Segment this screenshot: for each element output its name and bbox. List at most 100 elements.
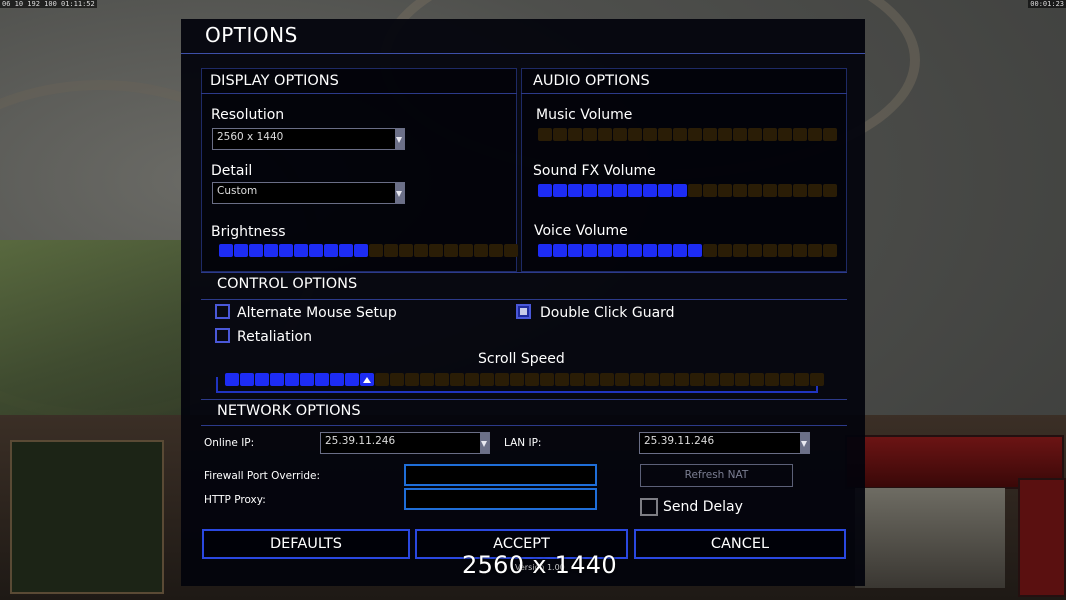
firewall-port-input[interactable] [404, 464, 597, 486]
slider-segment[interactable] [643, 128, 657, 141]
slider-segment[interactable] [264, 244, 278, 257]
slider-segment[interactable] [525, 373, 539, 386]
slider-segment[interactable] [658, 128, 672, 141]
slider-segment[interactable] [489, 244, 503, 257]
lan-ip-dropdown[interactable]: 25.39.11.246 [639, 432, 810, 454]
slider-segment[interactable] [420, 373, 434, 386]
slider-segment[interactable] [733, 244, 747, 257]
http-proxy-input[interactable] [404, 488, 597, 510]
slider-segment[interactable] [583, 184, 597, 197]
slider-segment[interactable] [778, 184, 792, 197]
slider-segment[interactable] [765, 373, 779, 386]
slider-segment[interactable] [219, 244, 233, 257]
slider-segment[interactable] [583, 244, 597, 257]
slider-segment[interactable] [718, 184, 732, 197]
slider-segment[interactable] [658, 184, 672, 197]
slider-segment[interactable] [240, 373, 254, 386]
slider-segment[interactable] [793, 184, 807, 197]
slider-segment[interactable] [598, 184, 612, 197]
slider-segment[interactable] [330, 373, 344, 386]
slider-segment[interactable] [808, 184, 822, 197]
minimap[interactable] [10, 440, 164, 594]
slider-segment[interactable] [795, 373, 809, 386]
slider-segment[interactable] [748, 128, 762, 141]
slider-segment[interactable] [703, 128, 717, 141]
slider-segment[interactable] [628, 128, 642, 141]
slider-segment[interactable] [643, 244, 657, 257]
chevron-down-icon[interactable] [800, 433, 809, 453]
slider-segment[interactable] [598, 244, 612, 257]
slider-segment[interactable] [234, 244, 248, 257]
slider-segment[interactable] [613, 184, 627, 197]
slider-segment[interactable] [703, 184, 717, 197]
slider-segment[interactable] [750, 373, 764, 386]
slider-segment[interactable] [658, 244, 672, 257]
slider-segment[interactable] [763, 128, 777, 141]
slider-segment[interactable] [553, 184, 567, 197]
slider-segment[interactable] [354, 244, 368, 257]
slider-segment[interactable] [390, 373, 404, 386]
slider-segment[interactable] [673, 184, 687, 197]
slider-segment[interactable] [613, 244, 627, 257]
slider-segment[interactable] [285, 373, 299, 386]
slider-segment[interactable] [688, 244, 702, 257]
slider-segment[interactable] [823, 128, 837, 141]
slider-segment[interactable] [643, 184, 657, 197]
slider-segment[interactable] [375, 373, 389, 386]
slider-segment[interactable] [583, 128, 597, 141]
slider-segment[interactable] [810, 373, 824, 386]
slider-segment[interactable] [615, 373, 629, 386]
slider-segment[interactable] [808, 244, 822, 257]
slider-segment[interactable] [748, 244, 762, 257]
cancel-button[interactable]: CANCEL [634, 529, 846, 559]
slider-segment[interactable] [570, 373, 584, 386]
slider-segment[interactable] [780, 373, 794, 386]
slider-segment[interactable] [339, 244, 353, 257]
side-tabs[interactable] [1018, 478, 1066, 597]
slider-segment[interactable] [414, 244, 428, 257]
slider-segment[interactable] [480, 373, 494, 386]
slider-segment[interactable] [568, 184, 582, 197]
slider-segment[interactable] [495, 373, 509, 386]
slider-segment[interactable] [793, 244, 807, 257]
online-ip-dropdown[interactable]: 25.39.11.246 [320, 432, 490, 454]
slider-segment[interactable] [324, 244, 338, 257]
slider-segment[interactable] [660, 373, 674, 386]
slider-segment[interactable] [613, 128, 627, 141]
slider-segment[interactable] [720, 373, 734, 386]
slider-segment[interactable] [279, 244, 293, 257]
slider-segment[interactable] [718, 128, 732, 141]
slider-segment[interactable] [763, 244, 777, 257]
slider-segment[interactable] [538, 184, 552, 197]
slider-segment[interactable] [675, 373, 689, 386]
slider-segment[interactable] [673, 128, 687, 141]
slider-segment[interactable] [450, 373, 464, 386]
slider-segment[interactable] [405, 373, 419, 386]
slider-segment[interactable] [705, 373, 719, 386]
music-volume-slider[interactable] [538, 128, 837, 141]
slider-segment[interactable] [510, 373, 524, 386]
slider-segment[interactable] [345, 373, 359, 386]
slider-segment[interactable] [384, 244, 398, 257]
slider-segment[interactable] [763, 184, 777, 197]
brightness-slider[interactable] [219, 244, 518, 257]
slider-segment[interactable] [733, 128, 747, 141]
slider-segment[interactable] [568, 128, 582, 141]
slider-segment[interactable] [465, 373, 479, 386]
slider-segment[interactable] [309, 244, 323, 257]
slider-segment[interactable] [225, 373, 239, 386]
slider-segment[interactable] [718, 244, 732, 257]
slider-segment[interactable] [628, 244, 642, 257]
slider-segment[interactable] [540, 373, 554, 386]
slider-segment[interactable] [735, 373, 749, 386]
slider-segment[interactable] [703, 244, 717, 257]
slider-segment[interactable] [823, 244, 837, 257]
slider-segment[interactable] [688, 184, 702, 197]
scroll-speed-slider[interactable] [225, 373, 824, 386]
slider-segment[interactable] [645, 373, 659, 386]
slider-segment[interactable] [300, 373, 314, 386]
slider-segment[interactable] [504, 244, 518, 257]
slider-segment[interactable] [315, 373, 329, 386]
retaliation-checkbox[interactable] [215, 328, 230, 343]
detail-dropdown[interactable]: Custom [212, 182, 405, 204]
